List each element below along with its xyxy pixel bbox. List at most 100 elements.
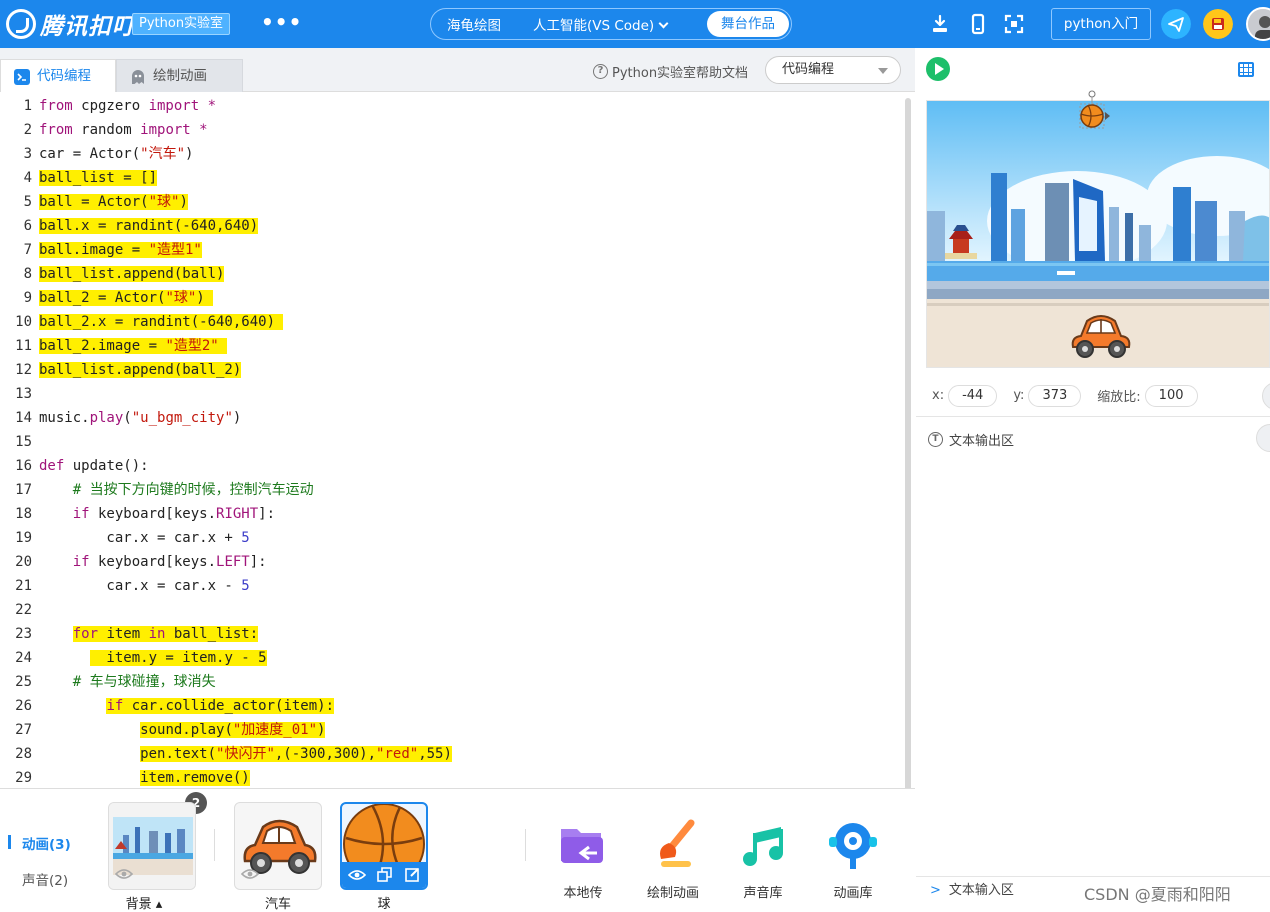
nav-stage-works[interactable]: 舞台作品 [707, 11, 789, 37]
output-toggle-icon[interactable] [1256, 424, 1270, 452]
code-line[interactable]: 15 [0, 430, 900, 454]
code-text: ball = Actor("球") [39, 194, 188, 210]
mode-select[interactable]: 代码编程 [765, 56, 901, 84]
upload-folder-icon [561, 829, 603, 863]
code-line[interactable]: 12 ball_list.append(ball_2) [0, 358, 900, 382]
stage-canvas[interactable] [926, 100, 1270, 368]
code-line[interactable]: 13 [0, 382, 900, 406]
nav-ai-vscode-label: 人工智能(VS Code) [533, 18, 655, 34]
code-line[interactable]: 18 if keyboard[keys.RIGHT]: [0, 502, 900, 526]
code-line[interactable]: 10 ball_2.x = randint(-640,640) [0, 310, 900, 334]
sound-library-button[interactable]: 声音库 [723, 819, 803, 901]
line-number: 24 [15, 650, 32, 666]
logo-text: 腾讯扣叮 [40, 14, 136, 40]
code-editor[interactable]: 1 from cpgzero import * 2 from random impor… [0, 92, 915, 788]
duplicate-icon[interactable] [377, 867, 392, 882]
sprite-action-bar [342, 862, 426, 888]
tab-code-label: 代码编程 [37, 68, 91, 84]
code-line[interactable]: 3 car = Actor("汽车") [0, 142, 900, 166]
code-text: car.x = car.x + 5 [39, 530, 250, 546]
side-tab-animation[interactable]: 动画(3) [8, 833, 71, 853]
help-doc-link[interactable]: ? Python实验室帮助文档 [593, 62, 748, 81]
workspace-nav: 海龟绘图 人工智能(VS Code) 舞台作品 [430, 8, 792, 40]
code-line[interactable]: 7 ball.image = "造型1" [0, 238, 900, 262]
code-line[interactable]: 14 music.play("u_bgm_city") [0, 406, 900, 430]
more-menu-button[interactable]: ••• [261, 12, 302, 32]
line-number: 21 [15, 578, 32, 594]
dropdown-arrow-icon [878, 68, 888, 74]
eye-icon[interactable] [241, 867, 259, 881]
course-button[interactable]: python入门 [1051, 8, 1151, 40]
eye-icon[interactable] [115, 867, 133, 881]
edit-icon[interactable] [405, 867, 420, 882]
code-text: for item in ball_list: [72, 626, 259, 642]
zoom-input[interactable]: 100 [1144, 384, 1198, 407]
y-input[interactable]: 373 [1028, 384, 1082, 407]
download-icon[interactable] [928, 12, 952, 36]
send-icon[interactable] [1161, 9, 1191, 39]
prompt-chevron-icon: > [930, 883, 941, 898]
sprite-card-car[interactable] [234, 802, 322, 890]
city-background [927, 101, 1269, 367]
code-line[interactable]: 23 for item in ball_list: [0, 622, 900, 646]
code-text: ball_list = [] [39, 170, 158, 186]
line-number: 14 [15, 410, 32, 426]
local-upload-button[interactable]: 本地传 [543, 819, 623, 901]
mobile-preview-icon[interactable] [966, 12, 990, 36]
tencent-coding-logo[interactable]: 腾讯扣叮 [6, 9, 136, 40]
code-line[interactable]: 29 item.remove() [0, 766, 900, 788]
y-label: y: [1013, 388, 1025, 403]
ball-sprite-on-stage[interactable] [1074, 88, 1114, 138]
paint-brush-icon [660, 819, 695, 867]
editor-scrollbar[interactable] [905, 98, 911, 798]
code-line[interactable]: 11 ball_2.image = "造型2" [0, 334, 900, 358]
code-line[interactable]: 17 # 当按下方向键的时候，控制汽车运动 [0, 478, 900, 502]
code-line[interactable]: 1 from cpgzero import * [0, 94, 900, 118]
code-line[interactable]: 19 car.x = car.x + 5 [0, 526, 900, 550]
nav-ai-vscode[interactable]: 人工智能(VS Code) [517, 14, 683, 34]
line-number: 7 [23, 242, 32, 258]
text-output-header: T 文本输出区 [928, 430, 1014, 449]
code-line[interactable]: 24 item.y = item.y - 5 [0, 646, 900, 670]
line-number: 28 [15, 746, 32, 762]
tab-code-programming[interactable]: 代码编程 [0, 59, 116, 92]
nav-turtle-drawing[interactable]: 海龟绘图 [431, 14, 517, 34]
code-line[interactable]: 21 car.x = car.x - 5 [0, 574, 900, 598]
code-line[interactable]: 22 [0, 598, 900, 622]
side-tab-sound[interactable]: 声音(2) [22, 869, 68, 889]
line-number: 10 [15, 314, 32, 330]
code-text: if keyboard[keys.RIGHT]: [72, 506, 276, 522]
line-number: 17 [15, 482, 32, 498]
line-number: 12 [15, 362, 32, 378]
code-line[interactable]: 27 sound.play("加速度_01") [0, 718, 900, 742]
sprite-name-background: 背景 ▴ [125, 897, 163, 912]
grid-layout-icon[interactable] [1238, 62, 1254, 77]
code-line[interactable]: 25 # 车与球碰撞，球消失 [0, 670, 900, 694]
code-line[interactable]: 20 if keyboard[keys.LEFT]: [0, 550, 900, 574]
user-avatar[interactable] [1246, 7, 1270, 41]
line-number: 5 [23, 194, 32, 210]
code-line[interactable]: 28 pen.text("快闪开",(-300,300),"red",55) [0, 742, 900, 766]
code-line[interactable]: 4 ball_list = [] [0, 166, 900, 190]
animation-library-button[interactable]: 动画库 [813, 819, 893, 901]
fullscreen-scan-icon[interactable] [1002, 12, 1026, 36]
sprite-card-background[interactable] [108, 802, 196, 890]
code-line[interactable]: 16 def update(): [0, 454, 900, 478]
code-line[interactable]: 26 if car.collide_actor(item): [0, 694, 900, 718]
run-play-icon[interactable] [926, 57, 950, 81]
code-line[interactable]: 6 ball.x = randint(-640,640) [0, 214, 900, 238]
sprite-card-ball[interactable] [340, 802, 428, 890]
draw-animation-label: 绘制动画 [646, 886, 699, 901]
draw-animation-button[interactable]: 绘制动画 [633, 819, 713, 901]
code-line[interactable]: 8 ball_list.append(ball) [0, 262, 900, 286]
code-line[interactable]: 2 from random import * [0, 118, 900, 142]
sprite-coordinate-bar: x: -44 y: 373 缩放比: 100 [916, 375, 1270, 417]
x-input[interactable]: -44 [948, 384, 998, 407]
code-line[interactable]: 5 ball = Actor("球") [0, 190, 900, 214]
code-line[interactable]: 9 ball_2 = Actor("球") [0, 286, 900, 310]
line-number: 26 [15, 698, 32, 714]
line-number: 13 [15, 386, 32, 402]
eye-icon[interactable] [348, 868, 366, 882]
tab-draw-animation[interactable]: 绘制动画 [116, 59, 243, 92]
save-icon[interactable] [1203, 9, 1233, 39]
